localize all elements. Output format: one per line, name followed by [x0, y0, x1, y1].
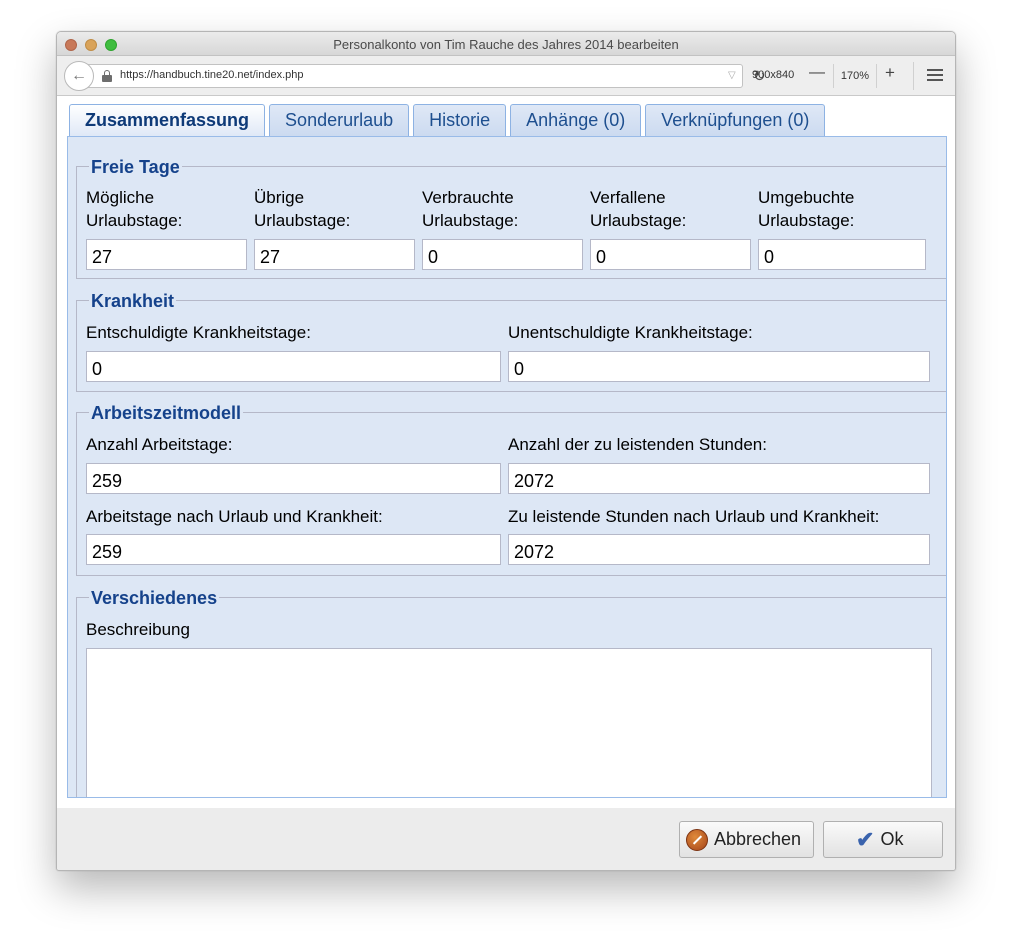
tab-bar: Zusammenfassung Sonderurlaub Historie An…: [69, 104, 826, 138]
address-bar[interactable]: https://handbuch.tine20.net/index.php ▽ …: [87, 64, 766, 88]
verfallene-urlaubstage-input[interactable]: 0: [590, 239, 751, 270]
field-label: Urlaubstage:: [590, 211, 687, 230]
dialog-content: Zusammenfassung Sonderurlaub Historie An…: [57, 96, 955, 808]
beschreibung-label: Beschreibung: [86, 620, 190, 639]
field-label: Entschuldigte Krankheitstage:: [86, 323, 311, 342]
field-label: Urlaubstage:: [758, 211, 855, 230]
freie-tage-section: Freie Tage Mögliche Urlaubstage: 27 Übri…: [76, 157, 946, 279]
field-label: Urlaubstage:: [254, 211, 351, 230]
field-label: Anzahl Arbeitstage:: [86, 435, 233, 454]
tab-sonderurlaub[interactable]: Sonderurlaub: [269, 104, 410, 137]
tab-anhaenge[interactable]: Anhänge (0): [510, 104, 642, 137]
field-label: Urlaubstage:: [422, 211, 519, 230]
title-bar[interactable]: Personalkonto von Tim Rauche des Jahres …: [57, 32, 955, 56]
ok-button-label: Ok: [880, 829, 904, 849]
krankheit-section: Krankheit Entschuldigte Krankheitstage: …: [76, 291, 946, 392]
umgebuchte-urlaubstage-input[interactable]: 0: [758, 239, 926, 270]
viewport-size-label: 900x840: [752, 69, 795, 81]
ok-button[interactable]: ✔ Ok: [823, 821, 943, 858]
lock-icon: [102, 70, 112, 82]
field-label: Umgebuchte: [758, 188, 855, 207]
window-title: Personalkonto von Tim Rauche des Jahres …: [333, 37, 679, 52]
krankheit-legend: Krankheit: [89, 291, 177, 312]
tab-zusammenfassung[interactable]: Zusammenfassung: [69, 104, 266, 138]
verschiedenes-section: Verschiedenes Beschreibung: [76, 588, 946, 797]
field-label: Zu leistende Stunden nach Urlaub und Kra…: [508, 507, 880, 526]
hamburger-menu-icon[interactable]: [927, 69, 943, 81]
back-button[interactable]: ←: [64, 61, 94, 91]
beschreibung-textarea[interactable]: [86, 648, 932, 797]
verbrauchte-urlaubstage-input[interactable]: 0: [422, 239, 583, 270]
checkmark-icon: ✔: [856, 826, 875, 852]
moegliche-urlaubstage-input[interactable]: 27: [86, 239, 247, 270]
field-label: Unentschuldigte Krankheitstage:: [508, 323, 753, 342]
entschuldigte-krankheitstage-input[interactable]: 0: [86, 351, 501, 382]
field-label: Urlaubstage:: [86, 211, 183, 230]
arbeitszeitmodell-legend: Arbeitszeitmodell: [89, 403, 244, 424]
zoom-level-button[interactable]: 170%: [833, 64, 877, 88]
field-label: Mögliche: [86, 188, 155, 207]
toolbar-divider: [913, 62, 914, 90]
arbeitstage-nach-urlaub-input[interactable]: 259: [86, 534, 501, 565]
field-label: Verbrauchte: [422, 188, 514, 207]
dialog-footer: Abbrechen ✔ Ok: [57, 808, 955, 870]
browser-toolbar: https://handbuch.tine20.net/index.php ▽ …: [57, 56, 955, 96]
cancel-button-label: Abbrechen: [714, 829, 802, 849]
anzahl-arbeitstage-input[interactable]: 259: [86, 463, 501, 494]
field-label: Arbeitstage nach Urlaub und Krankheit:: [86, 507, 383, 526]
cancel-button[interactable]: Abbrechen: [679, 821, 814, 858]
arrow-left-icon: ←: [71, 67, 87, 84]
dialog-window: Personalkonto von Tim Rauche des Jahres …: [56, 31, 956, 871]
cancel-icon: [686, 828, 708, 851]
field-label: Anzahl der zu leistenden Stunden:: [508, 435, 767, 454]
arbeitszeitmodell-section: Arbeitszeitmodell Anzahl Arbeitstage: 25…: [76, 403, 946, 576]
freie-tage-legend: Freie Tage: [89, 157, 182, 178]
zoom-in-button[interactable]: +: [885, 63, 895, 83]
tab-historie[interactable]: Historie: [413, 104, 507, 137]
summary-panel: Freie Tage Mögliche Urlaubstage: 27 Übri…: [67, 136, 947, 798]
zoom-out-button[interactable]: —: [809, 64, 825, 82]
field-label: Verfallene: [590, 188, 666, 207]
stunden-nach-urlaub-input[interactable]: 2072: [508, 534, 930, 565]
anzahl-stunden-input[interactable]: 2072: [508, 463, 930, 494]
url-dropdown-icon[interactable]: ▽: [728, 70, 736, 81]
uebrige-urlaubstage-input[interactable]: 27: [254, 239, 415, 270]
tab-verknuepfungen[interactable]: Verknüpfungen (0): [645, 104, 826, 137]
field-label: Übrige: [254, 188, 305, 207]
verschiedenes-legend: Verschiedenes: [89, 588, 220, 609]
url-text[interactable]: https://handbuch.tine20.net/index.php: [120, 69, 303, 81]
unentschuldigte-krankheitstage-input[interactable]: 0: [508, 351, 930, 382]
